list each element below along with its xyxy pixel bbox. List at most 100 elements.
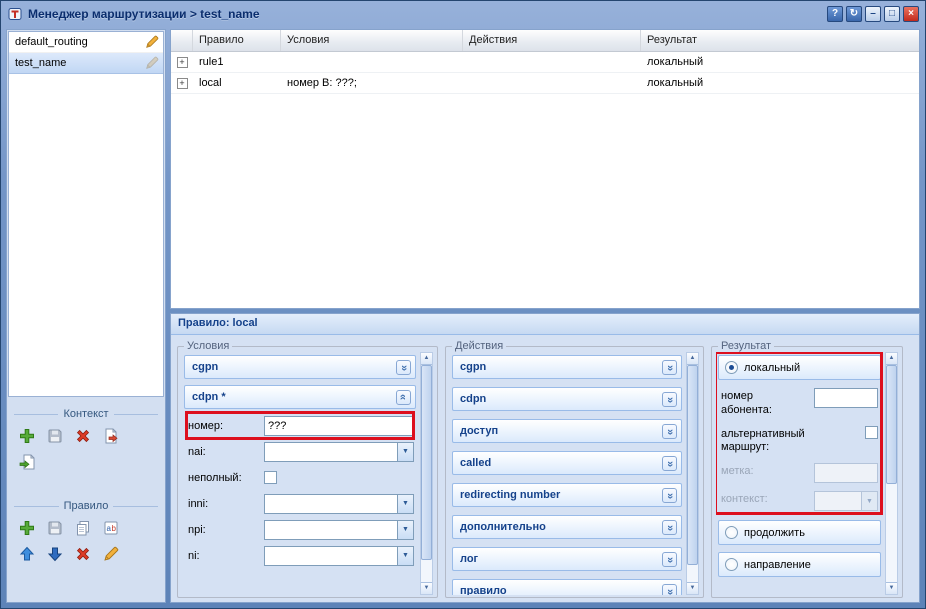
grid-header-result[interactable]: Результат [641,30,919,51]
ni-combo[interactable]: ▼ [264,546,414,566]
result-scrollbar[interactable]: ▲ ▼ [885,352,898,595]
delete-rule-button[interactable] [73,544,93,564]
move-rule-down-button[interactable] [45,544,65,564]
expand-chevrons-icon[interactable]: » [662,424,677,439]
import-context-button[interactable] [17,452,37,472]
accordion-action-access[interactable]: доступ » [452,419,682,443]
accordion-label: called [460,457,491,469]
result-local-block: локальный номер абонента: альтернативный… [718,355,881,511]
result-option-direction[interactable]: направление [718,552,881,577]
add-rule-button[interactable] [17,518,37,538]
ni-field-row: ni: ▼ [188,545,414,566]
local-radio[interactable] [725,361,738,374]
expand-chevrons-icon[interactable]: » [662,392,677,407]
inni-field-row: inni: ▼ [188,493,414,514]
accordion-cgpn[interactable]: cgpn » [184,355,416,379]
accordion-action-called[interactable]: called » [452,451,682,475]
number-input[interactable] [264,416,414,436]
grid-header-rule[interactable]: Правило [193,30,281,51]
npi-combo[interactable]: ▼ [264,520,414,540]
inni-combo[interactable]: ▼ [264,494,414,514]
combo-trigger-icon[interactable]: ▼ [397,442,414,462]
incomplete-checkbox[interactable] [264,471,277,484]
scroll-up-icon[interactable]: ▲ [421,353,432,365]
grid-header-conditions[interactable]: Условия [281,30,463,51]
accordion-action-cgpn[interactable]: cgpn » [452,355,682,379]
result-option-continue[interactable]: продолжить [718,520,881,545]
scroll-thumb[interactable] [687,365,698,565]
close-button[interactable]: × [903,6,919,22]
subscriber-number-input[interactable] [814,388,878,408]
copy-rule-button[interactable] [73,518,93,538]
direction-radio[interactable] [725,558,738,571]
mark-label: метка: [721,463,814,479]
context-toolbar-row1 [7,422,165,448]
delete-context-button[interactable] [73,426,93,446]
grid-header-actions[interactable]: Действия [463,30,641,51]
row-expander-icon[interactable]: + [177,78,188,89]
incomplete-label: неполный: [188,472,264,484]
accordion-action-redirecting[interactable]: redirecting number » [452,483,682,507]
actions-content: cgpn » cdpn » доступ » [450,352,684,595]
alt-route-label: альтернативный маршрут: [721,426,821,456]
expand-chevrons-icon[interactable]: » [662,584,677,596]
context-item-test-name[interactable]: test_name [9,53,163,74]
nai-field-row: nai: ▼ [188,441,414,462]
mark-row: метка: [721,463,878,483]
edit-rule-button[interactable] [101,544,121,564]
scroll-up-icon[interactable]: ▲ [886,353,897,365]
combo-trigger-icon[interactable]: ▼ [397,494,414,514]
edit-pencil-icon[interactable] [145,35,159,49]
grid-row-rule1[interactable]: + rule1 локальный [171,52,919,73]
minimize-button[interactable]: – [865,6,881,22]
accordion-action-additional[interactable]: дополнительно » [452,515,682,539]
nai-combo[interactable]: ▼ [264,442,414,462]
accordion-label: лог [460,553,478,565]
actions-scrollbar[interactable]: ▲ ▼ [686,352,699,595]
combo-trigger-icon[interactable]: ▼ [397,520,414,540]
edit-pencil-icon[interactable] [145,56,159,70]
cell-conditions: номер B: ???; [281,77,463,89]
expand-chevrons-icon[interactable]: » [662,456,677,471]
scroll-down-icon[interactable]: ▼ [886,582,897,594]
accordion-action-log[interactable]: лог » [452,547,682,571]
local-option-label: локальный [744,362,800,374]
scroll-down-icon[interactable]: ▼ [421,582,432,594]
export-context-button[interactable] [101,426,121,446]
accordion-label: дополнительно [460,521,546,533]
conditions-scrollbar[interactable]: ▲ ▼ [420,352,433,595]
titlebar[interactable]: Менеджер маршрутизации > test_name ? ↻ –… [1,1,925,27]
rule-detail-panel: Правило: local Условия cgpn » [170,313,920,603]
expand-chevrons-icon[interactable]: » [662,360,677,375]
accordion-label: доступ [460,425,498,437]
grid-row-local[interactable]: + local номер B: ???; локальный [171,73,919,94]
continue-radio[interactable] [725,526,738,539]
collapse-chevrons-icon[interactable]: » [396,390,411,405]
accordion-action-rule[interactable]: правило » [452,579,682,595]
accordion-action-cdpn[interactable]: cdpn » [452,387,682,411]
scroll-thumb[interactable] [886,365,897,484]
expand-chevrons-icon[interactable]: » [662,488,677,503]
add-context-button[interactable] [17,426,37,446]
refresh-button[interactable]: ↻ [846,6,862,22]
rename-rule-button[interactable]: ab [101,518,121,538]
save-context-button[interactable] [45,426,65,446]
help-button[interactable]: ? [827,6,843,22]
expand-chevrons-icon[interactable]: » [662,552,677,567]
context-item-default-routing[interactable]: default_routing [9,32,163,53]
maximize-button[interactable]: □ [884,6,900,22]
scroll-up-icon[interactable]: ▲ [687,353,698,365]
combo-trigger-icon[interactable]: ▼ [397,546,414,566]
routing-manager-window: Менеджер маршрутизации > test_name ? ↻ –… [0,0,926,609]
save-rule-button[interactable] [45,518,65,538]
accordion-label: cdpn * [192,391,226,403]
expand-chevrons-icon[interactable]: » [396,360,411,375]
scroll-down-icon[interactable]: ▼ [687,582,698,594]
alt-route-checkbox[interactable] [865,426,878,439]
accordion-cdpn[interactable]: cdpn * » [184,385,416,409]
scroll-thumb[interactable] [421,365,432,560]
expand-chevrons-icon[interactable]: » [662,520,677,535]
row-expander-icon[interactable]: + [177,57,188,68]
move-rule-up-button[interactable] [17,544,37,564]
result-option-local[interactable]: локальный [718,355,881,380]
